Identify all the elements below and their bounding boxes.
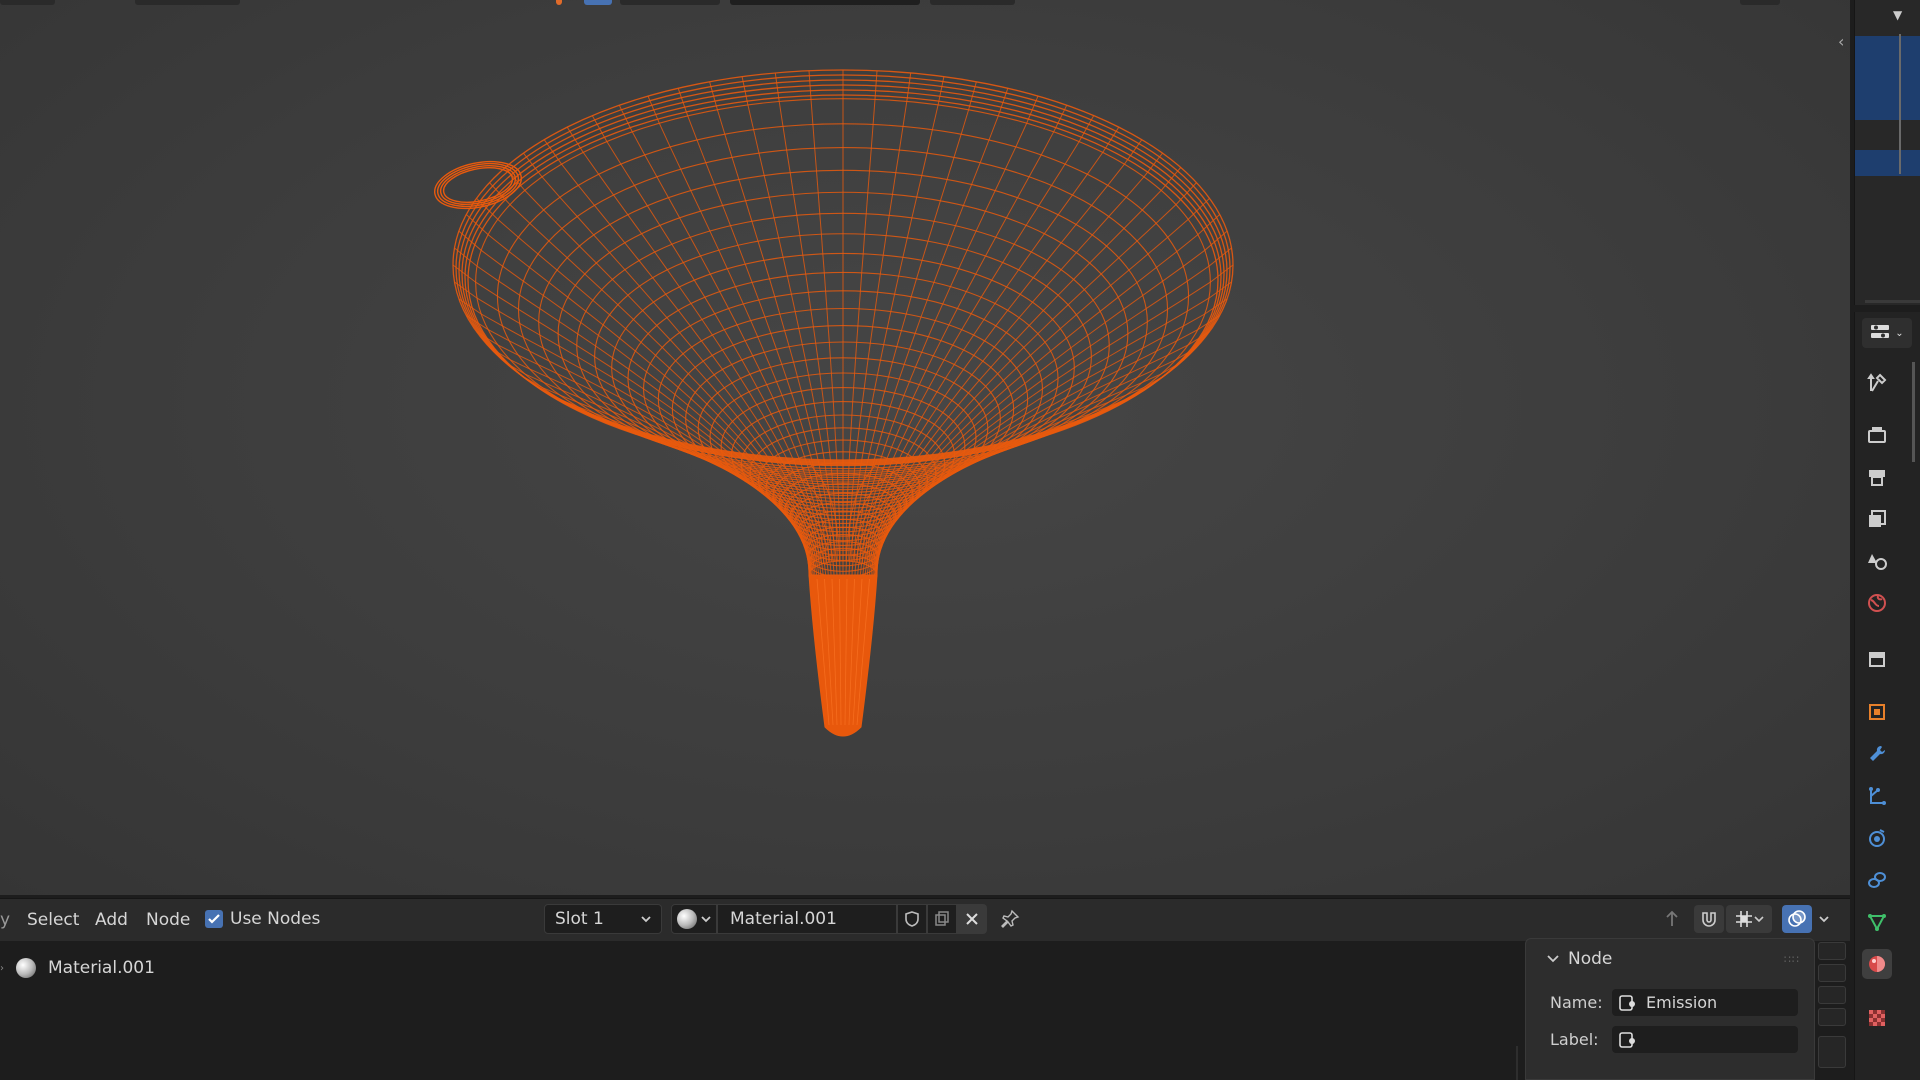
- grid-snap-icon: [1736, 911, 1752, 927]
- node-name-value: Emission: [1646, 993, 1718, 1012]
- breadcrumb-arrow-icon: ›: [0, 962, 4, 974]
- region-divider: [1516, 1046, 1518, 1080]
- breadcrumb: › Material.001: [0, 958, 155, 978]
- outliner-selected-row[interactable]: [1855, 36, 1920, 120]
- chevron-down-icon: [700, 916, 711, 923]
- use-nodes-toggle[interactable]: Use Nodes: [205, 909, 320, 929]
- shield-icon: [905, 911, 919, 927]
- render-icon[interactable]: [1862, 420, 1892, 450]
- tool-icon[interactable]: [1862, 368, 1892, 398]
- output-icon[interactable]: [1862, 462, 1892, 492]
- overlays-dropdown[interactable]: [1812, 905, 1836, 933]
- node-panel-title: Node: [1568, 949, 1613, 969]
- divider: [1865, 300, 1920, 303]
- physics-icon[interactable]: [1862, 823, 1892, 853]
- properties-edge: [1912, 362, 1915, 462]
- select-menu[interactable]: Select: [27, 910, 79, 930]
- node-panel-header[interactable]: Node: [1546, 949, 1612, 969]
- node-menu[interactable]: Node: [146, 910, 190, 930]
- chevron-down-icon: [1547, 955, 1559, 963]
- name-label: Name:: [1550, 993, 1603, 1012]
- node-icon: [1619, 1031, 1635, 1048]
- outliner-scrollbar[interactable]: [1899, 34, 1901, 174]
- node-name-row: Name: Emission: [1550, 989, 1798, 1016]
- editor-type-icon: [1871, 325, 1890, 338]
- mesh-data-icon[interactable]: [1862, 907, 1892, 937]
- node-editor-header: y Select Add Node Use Nodes Slot 1 Mater…: [0, 898, 1850, 941]
- parent-node-tree-button[interactable]: [1657, 905, 1687, 933]
- arrow-up-icon: [1666, 910, 1678, 926]
- node-label-row: Label:: [1550, 1026, 1798, 1053]
- material-browse-button[interactable]: [671, 904, 717, 934]
- filter-dropdown-icon[interactable]: ▼: [1893, 8, 1902, 22]
- outliner-strip[interactable]: ▼: [1854, 0, 1920, 305]
- node-label-field[interactable]: [1612, 1026, 1798, 1053]
- slot-dropdown[interactable]: Slot 1: [544, 904, 662, 934]
- node-name-field[interactable]: Emission: [1612, 989, 1798, 1016]
- scene-icon[interactable]: [1862, 546, 1892, 576]
- snap-toggle-button[interactable]: [1694, 905, 1724, 933]
- overlays-toggle-button[interactable]: [1782, 905, 1812, 933]
- outliner-selected-row[interactable]: [1855, 150, 1920, 176]
- unlink-material-button[interactable]: [957, 904, 987, 934]
- sidebar-tab[interactable]: [1818, 1036, 1846, 1068]
- material-name-field[interactable]: Material.001: [717, 904, 897, 934]
- duplicate-material-button[interactable]: [927, 904, 957, 934]
- particles-icon[interactable]: [1862, 781, 1892, 811]
- material-sphere-icon: [16, 958, 36, 978]
- breadcrumb-material: Material.001: [48, 958, 155, 978]
- overlays-icon: [1788, 910, 1806, 927]
- chevron-down-icon: [1819, 916, 1829, 923]
- sidebar-tab[interactable]: [1818, 964, 1846, 982]
- 3d-viewport[interactable]: ‹: [0, 0, 1850, 895]
- texture-icon[interactable]: [1862, 1003, 1892, 1033]
- view-menu-fragment[interactable]: y: [0, 910, 10, 930]
- label-label: Label:: [1550, 1030, 1599, 1049]
- sidebar-tab[interactable]: [1818, 1008, 1846, 1026]
- collapse-arrow-icon[interactable]: ‹: [1838, 32, 1844, 51]
- material-icon[interactable]: [1862, 949, 1892, 979]
- magnet-icon: [1702, 912, 1716, 927]
- chevron-down-icon: [641, 916, 651, 923]
- fake-user-button[interactable]: [897, 904, 927, 934]
- editor-type-button[interactable]: ⌄: [1862, 318, 1912, 348]
- material-sphere-icon: [676, 909, 697, 929]
- sidebar-tabs: [1818, 940, 1848, 1080]
- use-nodes-checkbox[interactable]: [205, 910, 223, 928]
- sidebar-tab[interactable]: [1818, 942, 1846, 960]
- duplicate-icon: [935, 911, 949, 926]
- chevron-down-icon: ⌄: [1895, 327, 1904, 339]
- view-layer-icon[interactable]: [1862, 504, 1892, 534]
- sidebar-tab[interactable]: [1818, 986, 1846, 1004]
- object-icon[interactable]: [1862, 697, 1892, 727]
- snap-element-dropdown[interactable]: [1726, 905, 1772, 933]
- collection-icon[interactable]: [1862, 644, 1892, 674]
- drag-handle-icon[interactable]: ∷∷: [1784, 953, 1800, 966]
- funnel-wireframe[interactable]: [0, 0, 1850, 895]
- add-menu[interactable]: Add: [95, 910, 128, 930]
- node-icon: [1619, 994, 1635, 1011]
- chevron-down-icon: [1754, 916, 1764, 923]
- checkmark-icon: [208, 914, 220, 924]
- world-icon[interactable]: [1862, 588, 1892, 618]
- slot-value: Slot 1: [555, 909, 604, 929]
- close-icon: [966, 913, 978, 925]
- use-nodes-label: Use Nodes: [230, 909, 321, 929]
- constraints-icon[interactable]: [1862, 865, 1892, 895]
- pin-button[interactable]: [998, 907, 1022, 931]
- pin-icon: [1001, 909, 1020, 928]
- modifier-wrench-icon[interactable]: [1862, 739, 1892, 769]
- node-properties-panel: Node ∷∷ Name: Emission Label:: [1525, 938, 1815, 1080]
